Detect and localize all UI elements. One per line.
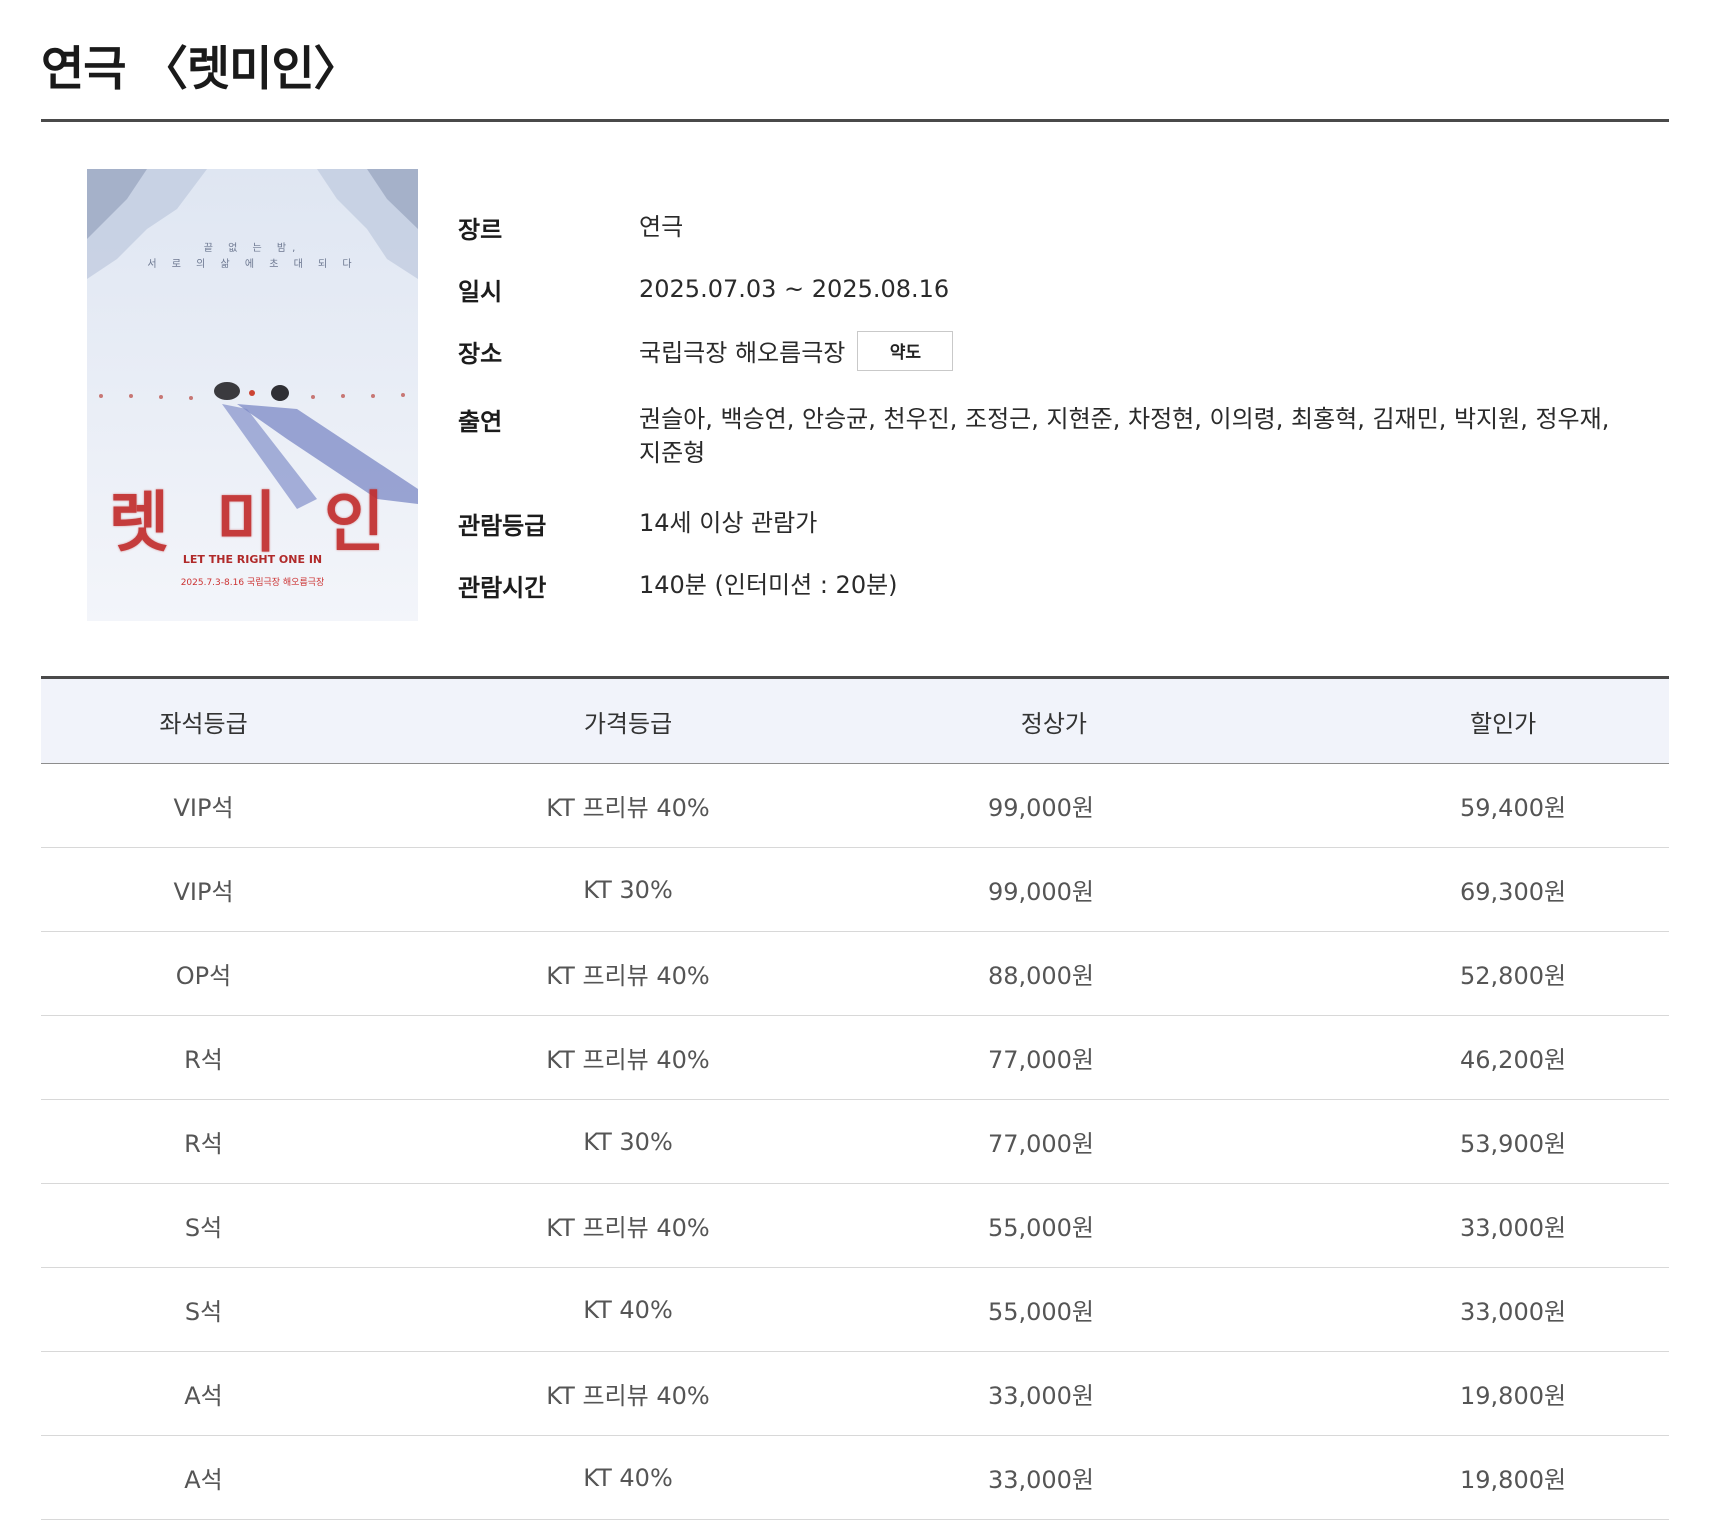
poster-tagline-line1: 끝 없 는 밤, (203, 243, 302, 254)
genre-label: 장르 (458, 216, 503, 244)
runtime-label: 관람시간 (458, 574, 547, 602)
cell-discount: 46,200원 (1389, 1015, 1669, 1100)
table-row: A석 KT 프리뷰 40% 33,000원 19,800원 (41, 1351, 1669, 1436)
page-container: 연극 〈렛미인〉 끝 없 는 밤, 서 로 의 삶 에 초 대 되 다 렛 미 … (41, 0, 1669, 1520)
cell-price-grade: KT 프리뷰 40% (366, 1015, 890, 1100)
table-row: R석 KT 30% 77,000원 53,900원 (41, 1099, 1669, 1184)
poster-image: 끝 없 는 밤, 서 로 의 삶 에 초 대 되 다 렛 미 인 LET THE… (87, 169, 418, 621)
cell-regular: 88,000원 (890, 931, 1389, 1016)
period-label: 일시 (458, 278, 503, 306)
cast-value: 권슬아, 백승연, 안승균, 천우진, 조정근, 지현준, 차정현, 이의령, … (639, 405, 1610, 467)
cell-price-grade: KT 30% (366, 847, 890, 932)
cell-discount: 19,800원 (1389, 1435, 1669, 1520)
rating-value: 14세 이상 관람가 (639, 509, 818, 537)
price-table: 좌석등급 가격등급 정상가 할인가 VIP석 KT 프리뷰 40% 99,000… (41, 676, 1669, 1520)
cast-label: 출연 (458, 408, 503, 436)
cell-regular: 99,000원 (890, 847, 1389, 932)
cell-discount: 19,800원 (1389, 1351, 1669, 1436)
header-seat: 좌석등급 (41, 676, 366, 764)
period-value: 2025.07.03 ~ 2025.08.16 (639, 275, 950, 303)
cell-seat: A석 (41, 1351, 366, 1436)
runtime-value: 140분 (인터미션 : 20분) (639, 571, 898, 599)
cell-regular: 55,000원 (890, 1267, 1389, 1352)
cell-price-grade: KT 프리뷰 40% (366, 931, 890, 1016)
poster-date: 2025.7.3-8.16 국립극장 해오름극장 (180, 578, 325, 588)
cell-regular: 55,000원 (890, 1183, 1389, 1268)
table-row: R석 KT 프리뷰 40% 77,000원 46,200원 (41, 1015, 1669, 1100)
header-regular: 정상가 (890, 676, 1389, 764)
cell-seat: R석 (41, 1099, 366, 1184)
header-discount: 할인가 (1389, 676, 1669, 764)
cell-regular: 33,000원 (890, 1351, 1389, 1436)
cell-seat: S석 (41, 1183, 366, 1268)
cell-regular: 33,000원 (890, 1435, 1389, 1520)
page-title: 연극 〈렛미인〉 (41, 42, 361, 97)
table-row: A석 KT 40% 33,000원 19,800원 (41, 1435, 1669, 1520)
genre-value: 연극 (639, 213, 684, 241)
cell-price-grade: KT 프리뷰 40% (366, 1351, 890, 1436)
cell-discount: 52,800원 (1389, 931, 1669, 1016)
table-row: VIP석 KT 프리뷰 40% 99,000원 59,400원 (41, 763, 1669, 848)
price-table-body: VIP석 KT 프리뷰 40% 99,000원 59,400원 VIP석 KT … (41, 763, 1669, 1520)
table-row: S석 KT 프리뷰 40% 55,000원 33,000원 (41, 1183, 1669, 1268)
venue-label: 장소 (458, 340, 503, 368)
cell-regular: 77,000원 (890, 1099, 1389, 1184)
cell-regular: 99,000원 (890, 763, 1389, 848)
venue-value: 국립극장 해오름극장 (639, 339, 846, 367)
table-row: VIP석 KT 30% 99,000원 69,300원 (41, 847, 1669, 932)
cell-price-grade: KT 프리뷰 40% (366, 763, 890, 848)
table-row: S석 KT 40% 55,000원 33,000원 (41, 1267, 1669, 1352)
cell-seat: VIP석 (41, 847, 366, 932)
cell-discount: 59,400원 (1389, 763, 1669, 848)
cell-seat: OP석 (41, 931, 366, 1016)
title-divider (41, 119, 1669, 122)
poster-tagline-line2: 서 로 의 삶 에 초 대 되 다 (147, 259, 358, 270)
cell-seat: A석 (41, 1435, 366, 1520)
poster-subtitle: LET THE RIGHT ONE IN (182, 553, 323, 566)
cell-regular: 77,000원 (890, 1015, 1389, 1100)
cell-discount: 53,900원 (1389, 1099, 1669, 1184)
price-table-header: 좌석등급 가격등급 정상가 할인가 (41, 676, 1669, 764)
cell-price-grade: KT 프리뷰 40% (366, 1183, 890, 1268)
rating-label: 관람등급 (458, 512, 547, 540)
poster-tagline: 끝 없 는 밤, 서 로 의 삶 에 초 대 되 다 (87, 241, 418, 273)
venue-value-wrap: 국립극장 해오름극장 약도 (639, 331, 1639, 374)
table-row: OP석 KT 프리뷰 40% 88,000원 52,800원 (41, 931, 1669, 1016)
cell-price-grade: KT 40% (366, 1267, 890, 1352)
header-row: 좌석등급 가격등급 정상가 할인가 (41, 676, 1669, 764)
cell-seat: R석 (41, 1015, 366, 1100)
cell-discount: 33,000원 (1389, 1183, 1669, 1268)
cell-seat: S석 (41, 1267, 366, 1352)
cell-price-grade: KT 30% (366, 1099, 890, 1184)
cell-discount: 33,000원 (1389, 1267, 1669, 1352)
header-price-grade: 가격등급 (366, 676, 890, 764)
map-button[interactable]: 약도 (857, 331, 954, 371)
cell-discount: 69,300원 (1389, 847, 1669, 932)
poster-title: 렛 미 인 (108, 484, 397, 561)
cell-seat: VIP석 (41, 763, 366, 848)
cell-price-grade: KT 40% (366, 1435, 890, 1520)
